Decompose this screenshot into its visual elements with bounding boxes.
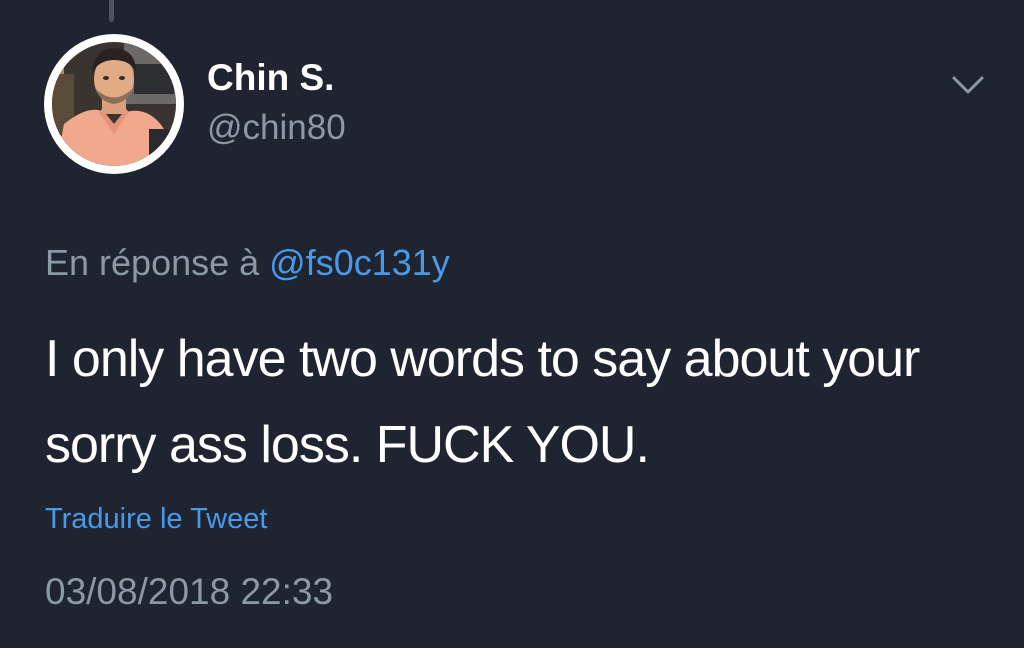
avatar[interactable] bbox=[44, 34, 184, 174]
author-display-name[interactable]: Chin S. bbox=[207, 56, 334, 100]
avatar-photo bbox=[52, 42, 176, 166]
translate-tweet-link[interactable]: Traduire le Tweet bbox=[45, 500, 267, 538]
tweet-timestamp: 03/08/2018 22:33 bbox=[45, 571, 334, 612]
thread-connector-line bbox=[109, 0, 114, 22]
chevron-down-icon[interactable] bbox=[944, 66, 992, 106]
author-handle[interactable]: @chin80 bbox=[207, 107, 346, 149]
reply-context: En réponse à @fs0c131y bbox=[45, 240, 450, 286]
tweet-body: I only have two words to say about your … bbox=[45, 330, 920, 474]
reply-mention-link[interactable]: @fs0c131y bbox=[269, 242, 450, 283]
reply-prefix-label: En réponse à bbox=[45, 242, 260, 283]
